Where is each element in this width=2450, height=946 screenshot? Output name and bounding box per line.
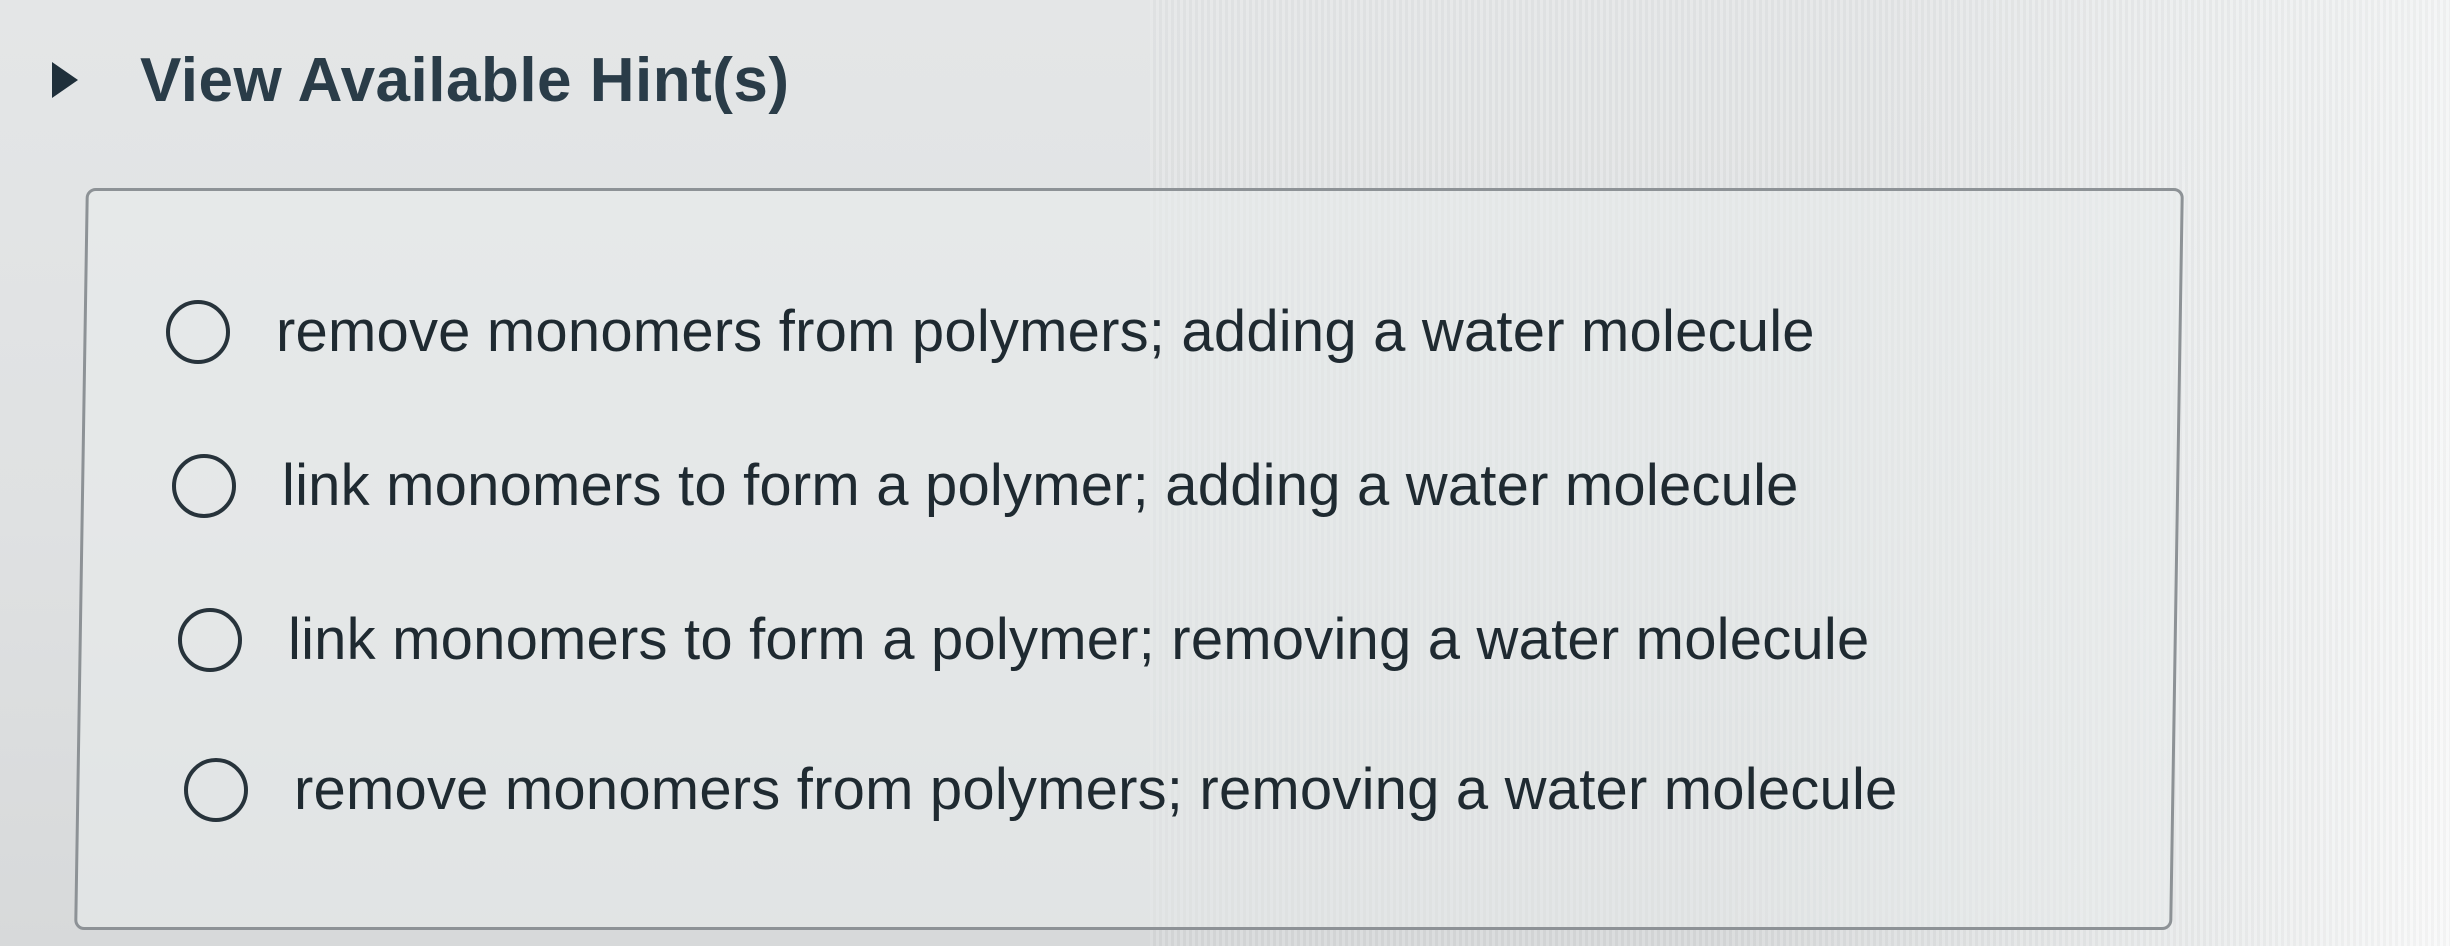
radio-unchecked-icon[interactable]: [166, 299, 230, 364]
caret-right-icon: [52, 62, 78, 98]
radio-unchecked-icon[interactable]: [172, 453, 236, 518]
answer-option-3[interactable]: link monomers to form a polymer; removin…: [178, 606, 1869, 673]
answer-option-1[interactable]: remove monomers from polymers; adding a …: [166, 298, 1815, 365]
answer-option-4[interactable]: remove monomers from polymers; removing …: [184, 756, 1898, 823]
radio-unchecked-icon[interactable]: [184, 757, 248, 822]
answer-option-label: link monomers to form a polymer; removin…: [288, 607, 1870, 672]
radio-unchecked-icon[interactable]: [178, 607, 242, 672]
answer-option-label: link monomers to form a polymer; adding …: [282, 453, 1799, 518]
answer-option-label: remove monomers from polymers; adding a …: [276, 299, 1815, 364]
answer-option-label: remove monomers from polymers; removing …: [294, 757, 1898, 822]
answer-option-2[interactable]: link monomers to form a polymer; adding …: [172, 452, 1799, 519]
view-hints-label: View Available Hint(s): [140, 45, 790, 115]
view-hints-toggle[interactable]: View Available Hint(s): [52, 40, 790, 120]
